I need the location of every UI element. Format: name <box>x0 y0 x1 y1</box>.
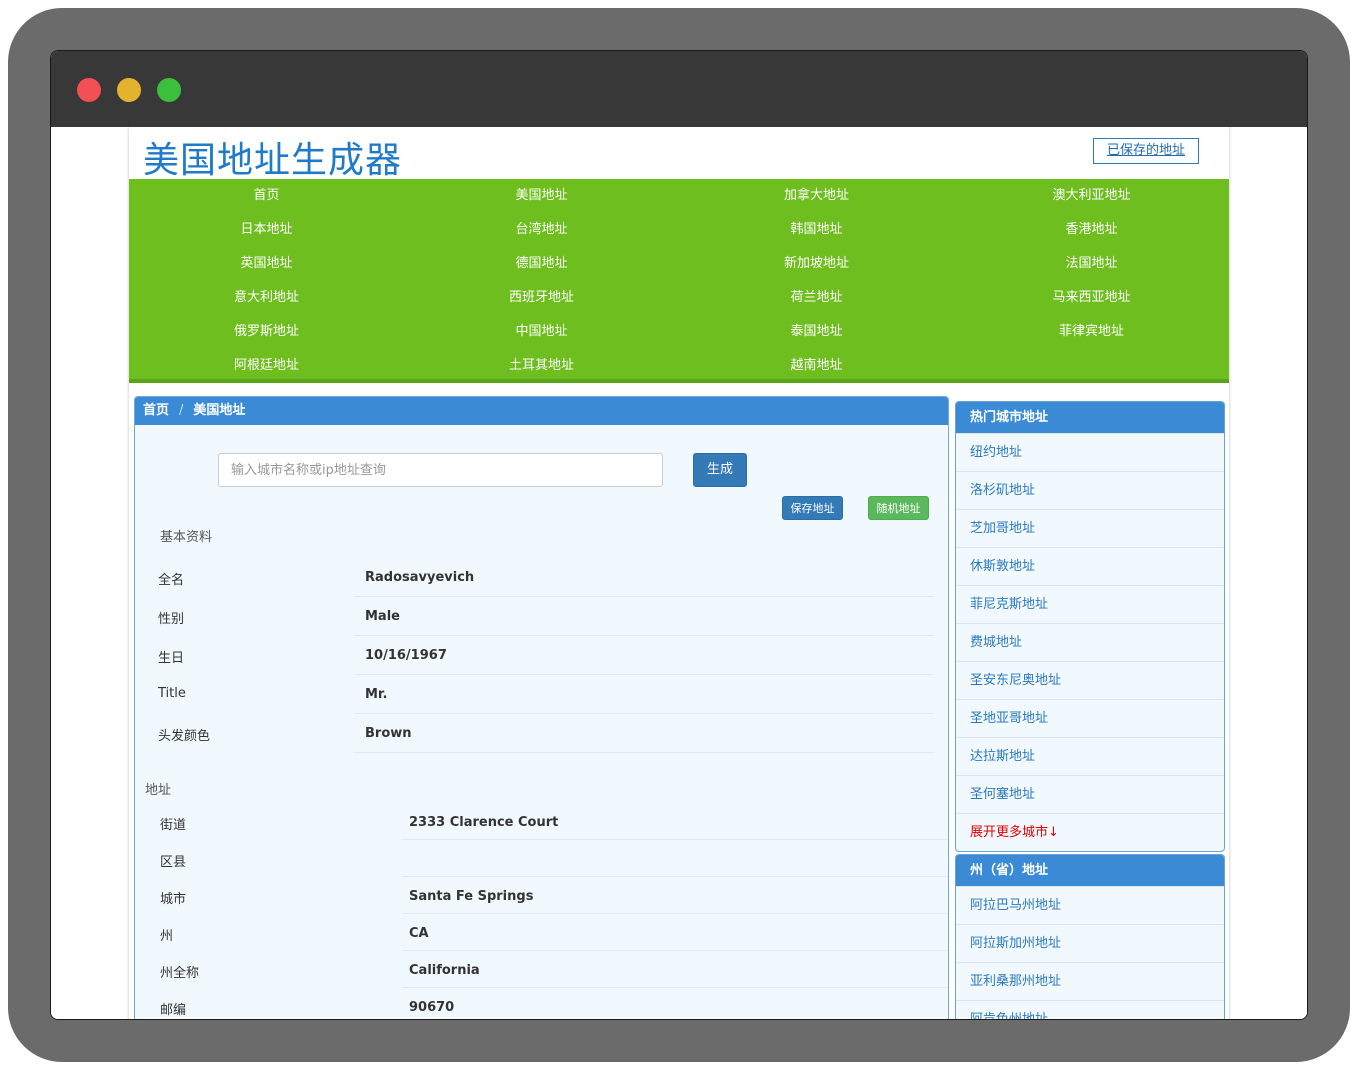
address-heading: 地址 <box>145 783 172 798</box>
nav-item[interactable]: 法国地址 <box>954 247 1229 281</box>
hot-city-link[interactable]: 菲尼克斯地址 <box>956 585 1224 623</box>
basic-info-value: Male <box>365 609 400 624</box>
row-divider <box>403 913 948 914</box>
states-heading: 州（省）地址 <box>956 855 1224 886</box>
nav-item[interactable]: 香港地址 <box>954 213 1229 247</box>
random-address-button[interactable]: 随机地址 <box>868 496 929 520</box>
state-link[interactable]: 阿肯色州地址 <box>956 1000 1224 1019</box>
nav-item[interactable]: 马来西亚地址 <box>954 281 1229 315</box>
nav-item[interactable]: 美国地址 <box>404 179 679 213</box>
row-divider <box>355 752 933 753</box>
hot-cities-list: 纽约地址 洛杉矶地址 芝加哥地址 休斯敦地址 菲尼克斯地址 费城地址 圣安东尼奥地址 圣地亚哥… <box>956 433 1224 851</box>
nav-item[interactable]: 首页 <box>129 179 404 213</box>
address-label: 州全称 <box>160 966 200 981</box>
address-value: 2333 Clarence Court <box>409 815 559 830</box>
hot-city-link[interactable]: 达拉斯地址 <box>956 737 1224 775</box>
basic-info-value: Mr. <box>365 687 388 702</box>
save-address-button[interactable]: 保存地址 <box>782 496 843 520</box>
nav-item[interactable]: 中国地址 <box>404 315 679 349</box>
nav-item[interactable]: 台湾地址 <box>404 213 679 247</box>
basic-info-label: Title <box>158 686 186 701</box>
basic-info-label: 头发颜色 <box>158 729 211 744</box>
address-label: 城市 <box>160 892 187 907</box>
close-window-button[interactable] <box>77 78 101 102</box>
basic-info-heading: 基本资料 <box>160 530 213 545</box>
states-panel: 州（省）地址 阿拉巴马州地址 阿拉斯加州地址 亚利桑那州地址 阿肯色州地址 <box>955 854 1225 1019</box>
nav-item[interactable]: 西班牙地址 <box>404 281 679 315</box>
address-value: CA <box>409 926 429 941</box>
nav-item[interactable]: 阿根廷地址 <box>129 349 404 383</box>
row-divider <box>355 674 933 675</box>
page-viewport: 美国地址生成器 已保存的地址 首页 美国地址 加拿大地址 澳大利亚地址 日本地址 台湾地址… <box>51 127 1307 1019</box>
nav-item[interactable]: 英国地址 <box>129 247 404 281</box>
breadcrumb: 首页 / 美国地址 <box>135 397 948 425</box>
hot-cities-heading: 热门城市地址 <box>956 402 1224 433</box>
address-value: California <box>409 963 480 978</box>
nav-item[interactable]: 越南地址 <box>679 349 954 383</box>
row-divider <box>355 635 933 636</box>
row-divider <box>403 987 948 988</box>
basic-info-value: Brown <box>365 726 412 741</box>
hot-city-link[interactable]: 圣地亚哥地址 <box>956 699 1224 737</box>
basic-info-label: 全名 <box>158 573 185 588</box>
breadcrumb-home[interactable]: 首页 <box>143 403 169 418</box>
row-divider <box>403 876 948 877</box>
address-label: 邮编 <box>160 1003 187 1018</box>
basic-info-label: 性别 <box>158 612 185 627</box>
hot-city-link[interactable]: 休斯敦地址 <box>956 547 1224 585</box>
hot-city-link[interactable]: 圣安东尼奥地址 <box>956 661 1224 699</box>
basic-info-value: Radosavyevich <box>365 570 475 585</box>
states-list: 阿拉巴马州地址 阿拉斯加州地址 亚利桑那州地址 阿肯色州地址 <box>956 886 1224 1019</box>
basic-info-value: 10/16/1967 <box>365 648 447 663</box>
row-divider <box>403 950 948 951</box>
nav-item[interactable]: 澳大利亚地址 <box>954 179 1229 213</box>
maximize-window-button[interactable] <box>157 78 181 102</box>
browser-window: 美国地址生成器 已保存的地址 首页 美国地址 加拿大地址 澳大利亚地址 日本地址 台湾地址… <box>50 50 1308 1020</box>
address-label: 街道 <box>160 818 187 833</box>
hot-cities-panel: 热门城市地址 纽约地址 洛杉矶地址 芝加哥地址 休斯敦地址 菲尼克斯地址 费城地址 圣安东尼… <box>955 401 1225 852</box>
hot-city-link[interactable]: 芝加哥地址 <box>956 509 1224 547</box>
saved-addresses-link[interactable]: 已保存的地址 <box>1093 138 1199 164</box>
nav-item[interactable]: 菲律宾地址 <box>954 315 1229 349</box>
hot-city-link[interactable]: 圣何塞地址 <box>956 775 1224 813</box>
nav-item[interactable]: 德国地址 <box>404 247 679 281</box>
nav-item[interactable]: 加拿大地址 <box>679 179 954 213</box>
hot-city-link[interactable]: 纽约地址 <box>956 433 1224 471</box>
nav-item[interactable]: 韩国地址 <box>679 213 954 247</box>
address-label: 州 <box>160 929 174 944</box>
nav-item[interactable]: 泰国地址 <box>679 315 954 349</box>
generator-panel: 首页 / 美国地址 生成 保存地址 随机地址 基本资料 全名 Radosavyevic… <box>134 396 949 1019</box>
site-title[interactable]: 美国地址生成器 <box>143 131 402 183</box>
address-value: 90670 <box>409 1000 455 1015</box>
state-link[interactable]: 阿拉斯加州地址 <box>956 924 1224 962</box>
hot-city-link[interactable]: 洛杉矶地址 <box>956 471 1224 509</box>
minimize-window-button[interactable] <box>117 78 141 102</box>
nav-item[interactable]: 日本地址 <box>129 213 404 247</box>
breadcrumb-current: 美国地址 <box>193 403 246 418</box>
basic-info-label: 生日 <box>158 651 185 666</box>
row-divider <box>355 713 933 714</box>
breadcrumb-separator: / <box>179 403 184 418</box>
state-link[interactable]: 阿拉巴马州地址 <box>956 886 1224 924</box>
window-titlebar <box>51 51 1307 127</box>
row-divider <box>403 839 948 840</box>
generate-button[interactable]: 生成 <box>693 453 747 487</box>
address-label: 区县 <box>160 855 187 870</box>
country-nav: 首页 美国地址 加拿大地址 澳大利亚地址日本地址 台湾地址 韩国地址 香港地址英国地址 德国地… <box>129 179 1229 383</box>
page-container: 美国地址生成器 已保存的地址 首页 美国地址 加拿大地址 澳大利亚地址 日本地址 台湾地址… <box>129 127 1229 1019</box>
nav-item[interactable]: 新加坡地址 <box>679 247 954 281</box>
city-ip-search-input[interactable] <box>218 453 663 487</box>
nav-item[interactable]: 俄罗斯地址 <box>129 315 404 349</box>
row-divider <box>355 596 933 597</box>
nav-item[interactable]: 荷兰地址 <box>679 281 954 315</box>
expand-more-cities-link[interactable]: 展开更多城市↓ <box>956 813 1224 851</box>
state-link[interactable]: 亚利桑那州地址 <box>956 962 1224 1000</box>
hot-city-link[interactable]: 费城地址 <box>956 623 1224 661</box>
address-value: Santa Fe Springs <box>409 889 534 904</box>
nav-item[interactable]: 意大利地址 <box>129 281 404 315</box>
nav-item[interactable]: 土耳其地址 <box>404 349 679 383</box>
